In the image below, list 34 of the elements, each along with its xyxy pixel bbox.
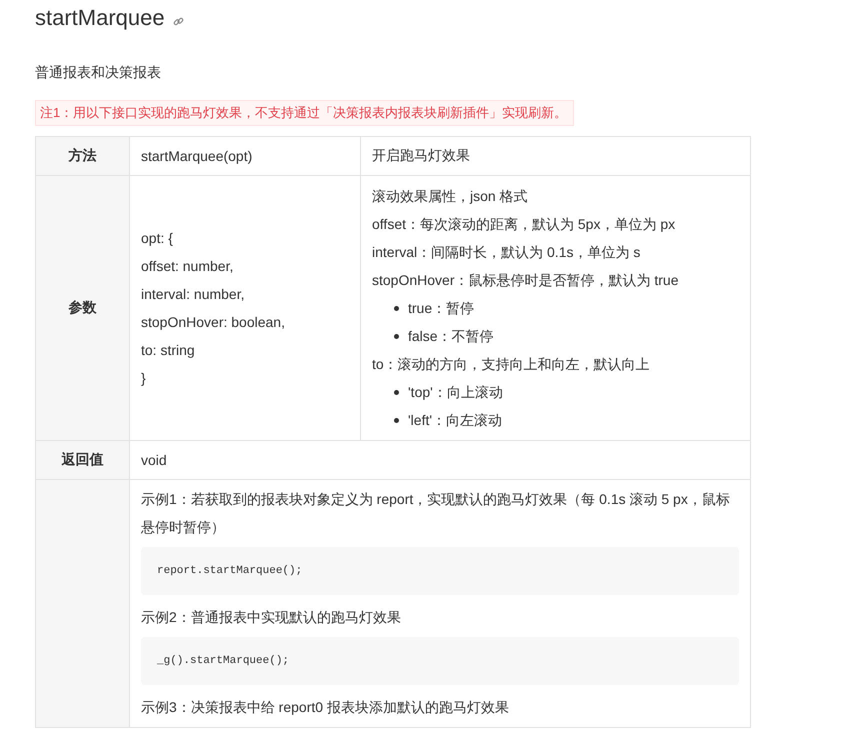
row-header: 返回值 — [36, 440, 130, 480]
description-line: interval：间隔时长，默认为 0.1s，单位为 s — [372, 243, 642, 262]
description-line: offset：每次滚动的距离，默认为 5px，单位为 px — [372, 215, 676, 234]
table-cell: 开启跑马灯效果 — [360, 136, 750, 176]
description-line: to：滚动的方向，支持向上和向左，默认向上 — [372, 355, 651, 374]
parameter-line: opt: { — [141, 229, 174, 248]
example-text: 示例3：决策报表中给 report0 报表块添加默认的跑马灯效果 — [141, 698, 510, 717]
parameter-line: offset: number, — [141, 257, 234, 276]
bullet-text: 'top'：向上滚动 — [408, 383, 503, 402]
section-subtitle: 普通报表和决策报表 — [35, 63, 162, 82]
row-header: 方法 — [36, 136, 130, 176]
bullet-text: 'left'：向左滚动 — [408, 411, 502, 430]
table-cell: startMarquee(opt) — [130, 136, 360, 176]
parameter-line: stopOnHover: boolean, — [141, 313, 286, 332]
page-title: startMarquee — [35, 4, 165, 32]
note-banner: 注1：用以下接口实现的跑马灯效果，不支持通过「决策报表内报表块刷新插件」实现刷新。 — [35, 100, 574, 126]
parameter-line: } — [141, 369, 147, 388]
bullet-icon — [394, 334, 399, 338]
example-text: 示例2：普通报表中实现默认的跑马灯效果 — [141, 608, 402, 627]
bullet-text: false：不暂停 — [408, 327, 494, 346]
code-block: _g().startMarquee(); — [141, 637, 739, 685]
table-cell: void — [130, 440, 750, 480]
bullet-icon — [394, 390, 399, 394]
parameter-line: interval: number, — [141, 285, 246, 304]
code-block: report.startMarquee(); — [141, 547, 739, 595]
parameter-line: to: string — [141, 341, 196, 360]
row-header: 参数 — [36, 176, 130, 440]
bullet-text: true：暂停 — [408, 299, 474, 318]
description-line: stopOnHover：鼠标悬停时是否暂停，默认为 true — [372, 271, 680, 290]
bullet-icon — [394, 418, 399, 422]
link-icon[interactable] — [172, 16, 184, 26]
example-text: 示例1：若获取到的报表块对象定义为 report，实现默认的跑马灯效果（每 0.1s 滚动 5 px，鼠标悬停时暂停） — [141, 490, 731, 537]
description-line: 滚动效果属性，json 格式 — [372, 187, 529, 206]
bullet-icon — [394, 306, 399, 310]
